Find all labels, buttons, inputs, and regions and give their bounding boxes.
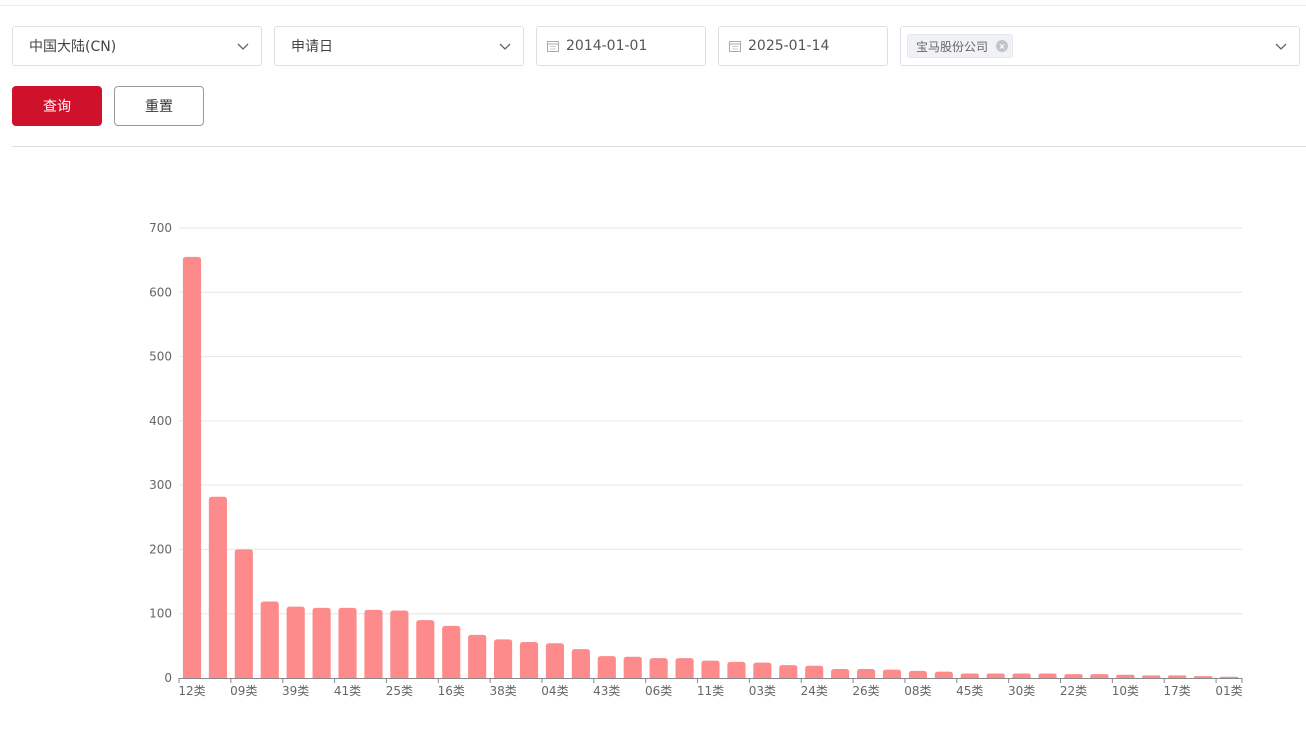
bar xyxy=(701,660,720,678)
bar xyxy=(753,662,772,678)
bar xyxy=(1038,673,1057,678)
bar xyxy=(727,661,746,678)
bar xyxy=(286,606,305,678)
bar xyxy=(986,673,1005,678)
x-tick-label: 09类 xyxy=(230,684,257,698)
x-tick-label: 30类 xyxy=(1008,684,1035,698)
bar xyxy=(1090,674,1109,678)
bar xyxy=(494,639,513,678)
x-tick-label: 12类 xyxy=(178,684,205,698)
bar xyxy=(1194,676,1213,678)
bar xyxy=(1142,675,1161,678)
bar xyxy=(442,625,461,678)
y-tick-label: 0 xyxy=(164,671,172,685)
x-tick-label: 03类 xyxy=(749,684,776,698)
bar xyxy=(675,658,694,678)
bar xyxy=(779,665,798,678)
bar xyxy=(882,669,902,678)
bar xyxy=(519,642,539,678)
bar xyxy=(571,649,590,678)
bar xyxy=(908,670,927,678)
bar-chart: 0 100 200 300 400 500 600 700 12类 09类 39类 41类 25类 16类… xyxy=(149,221,1243,698)
bar xyxy=(1168,675,1187,678)
bar xyxy=(338,607,357,678)
x-tick-label: 04类 xyxy=(541,684,568,698)
bar xyxy=(1064,674,1083,678)
bar xyxy=(234,549,253,678)
bar xyxy=(623,656,642,678)
bar xyxy=(390,610,409,678)
bar xyxy=(182,256,202,678)
bar xyxy=(960,673,979,678)
bar xyxy=(805,665,824,678)
x-tick-label: 06类 xyxy=(645,684,672,698)
y-tick-label: 100 xyxy=(149,607,172,621)
x-tick-label: 39类 xyxy=(282,684,309,698)
x-tick-label: 38类 xyxy=(489,684,516,698)
bar xyxy=(545,643,565,678)
bar xyxy=(649,658,668,678)
y-tick-label: 500 xyxy=(149,350,172,364)
y-tick-label: 300 xyxy=(149,478,172,492)
x-tick-label: 41类 xyxy=(334,684,361,698)
y-tick-label: 400 xyxy=(149,414,172,428)
x-tick-label: 43类 xyxy=(593,684,620,698)
bar xyxy=(1012,673,1031,678)
y-tick-label: 200 xyxy=(149,542,172,556)
bar xyxy=(934,671,953,678)
bar xyxy=(260,601,279,678)
x-tick-label: 08类 xyxy=(904,684,931,698)
y-tick-label: 600 xyxy=(149,285,172,299)
bar xyxy=(468,634,487,678)
x-tick-label: 16类 xyxy=(438,684,465,698)
x-tick-label: 11类 xyxy=(697,684,724,698)
bar xyxy=(597,656,616,678)
x-tick-label: 10类 xyxy=(1112,684,1139,698)
bar xyxy=(312,607,331,678)
x-tick-label: 45类 xyxy=(956,684,983,698)
bar xyxy=(208,496,227,678)
bar xyxy=(1116,674,1135,678)
bar xyxy=(1219,676,1239,678)
x-tick-label: 26类 xyxy=(852,684,879,698)
bar xyxy=(364,609,383,678)
x-tick-label: 17类 xyxy=(1164,684,1191,698)
x-tick-label: 22类 xyxy=(1060,684,1087,698)
x-tick-label: 24类 xyxy=(801,684,828,698)
y-tick-label: 700 xyxy=(149,221,172,235)
bar xyxy=(416,620,435,678)
x-tick-label: 25类 xyxy=(386,684,413,698)
bar xyxy=(831,669,850,678)
x-tick-label: 01类 xyxy=(1215,684,1242,698)
bar xyxy=(856,669,876,678)
